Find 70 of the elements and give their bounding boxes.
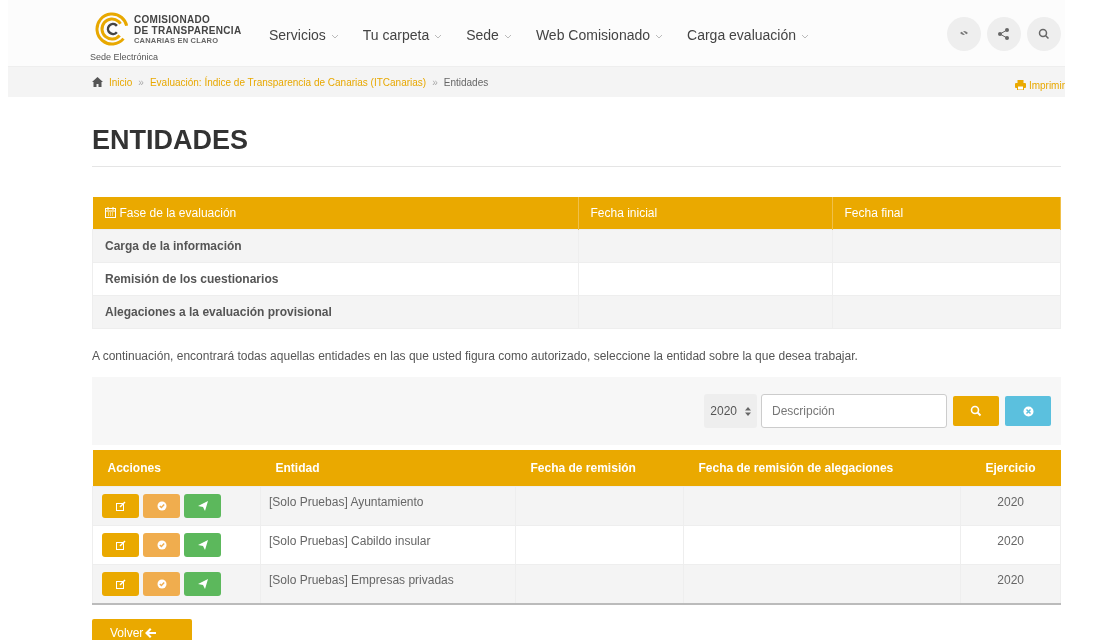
nav-menu-item[interactable]: Servicios <box>269 27 339 43</box>
send-button[interactable] <box>184 533 221 557</box>
page-title: ENTIDADES <box>92 125 1061 167</box>
edit-button[interactable] <box>102 494 139 518</box>
send-button[interactable] <box>184 494 221 518</box>
column-header: Fecha final <box>832 197 1061 230</box>
search-field[interactable]: Descripción <box>761 394 947 428</box>
check-icon <box>156 501 167 511</box>
spinner-icon <box>745 406 751 416</box>
check-icon <box>156 579 167 589</box>
nav-menu-item[interactable]: Web Comisionado <box>535 27 664 43</box>
edit-icon <box>115 501 126 511</box>
column-header: Entidad <box>260 450 516 487</box>
column-header: Ejercicio <box>960 450 1061 487</box>
table-cell: 2020 <box>960 564 1061 604</box>
site-subtitle: Sede Electrónica <box>90 52 160 62</box>
column-header: Fecha de remisión de alegaciones <box>683 450 961 487</box>
column-header: Acciones <box>92 450 261 487</box>
send-button[interactable] <box>184 572 221 596</box>
breadcrumb-separator: » <box>432 76 438 88</box>
arrow-left-icon <box>145 627 157 638</box>
year-select[interactable]: 2020 <box>704 394 757 428</box>
edit-icon <box>115 540 126 550</box>
table-cell: Remisión de los cuestionarios <box>92 262 578 296</box>
logo-icon <box>95 12 129 46</box>
share-button[interactable] <box>987 17 1021 51</box>
table-cell: [Solo Pruebas] Cabildo insular <box>260 525 516 565</box>
intro-text: A continuación, encontrará todas aquellas entidades en las que usted figura como autorizado, seleccione la entidad sobre la que desea trabajar. <box>92 349 859 363</box>
table-cell: Carga de la información <box>92 229 578 263</box>
nav-menu-item[interactable]: Tu carpeta <box>362 27 443 43</box>
edit-icon <box>115 579 126 589</box>
caret-icon <box>655 33 664 39</box>
paper-plane-icon <box>197 579 208 589</box>
calendar-icon <box>104 207 116 218</box>
logo-text: DE TRANSPARENCIA <box>134 24 242 36</box>
search-icon <box>1037 27 1051 41</box>
caret-icon <box>801 33 809 39</box>
table-cell: [Solo Pruebas] Ayuntamiento <box>260 486 516 526</box>
table-cell: 2020 <box>960 486 1061 526</box>
table-cell: [Solo Pruebas] Empresas privadas <box>260 564 516 604</box>
paper-plane-icon <box>197 501 208 511</box>
search-button[interactable] <box>953 396 999 426</box>
logo-text: COMISIONADO <box>134 13 212 25</box>
share-icon <box>997 27 1011 41</box>
search-icon <box>970 405 982 417</box>
close-icon <box>1022 405 1034 417</box>
paper-plane-icon <box>197 540 208 550</box>
breadcrumb-separator: » <box>138 76 144 88</box>
check-button[interactable] <box>143 533 180 557</box>
nav-menu-item[interactable]: Carga evaluación <box>687 27 809 43</box>
clear-button[interactable] <box>1005 396 1051 426</box>
breadcrumb-current: Entidades <box>443 76 489 88</box>
column-header: Fecha inicial <box>578 197 832 230</box>
caret-icon <box>503 33 512 39</box>
check-button[interactable] <box>143 572 180 596</box>
nav-menu-item[interactable]: Sede <box>466 27 512 43</box>
search-button[interactable] <box>1027 17 1061 51</box>
column-header: Fase de la evaluación <box>92 197 578 230</box>
table-cell: 2020 <box>960 525 1061 565</box>
column-header: Fecha de remisión <box>515 450 684 487</box>
check-button[interactable] <box>143 494 180 518</box>
edit-button[interactable] <box>102 533 139 557</box>
printer-icon <box>1014 80 1026 90</box>
table-cell: Alegaciones a la evaluación provisional <box>92 295 578 329</box>
home-icon <box>92 77 103 87</box>
edit-button[interactable] <box>102 572 139 596</box>
caret-icon <box>434 33 443 39</box>
caret-icon <box>330 33 339 39</box>
check-icon <box>156 540 167 550</box>
accessibility-button[interactable] <box>947 17 981 51</box>
